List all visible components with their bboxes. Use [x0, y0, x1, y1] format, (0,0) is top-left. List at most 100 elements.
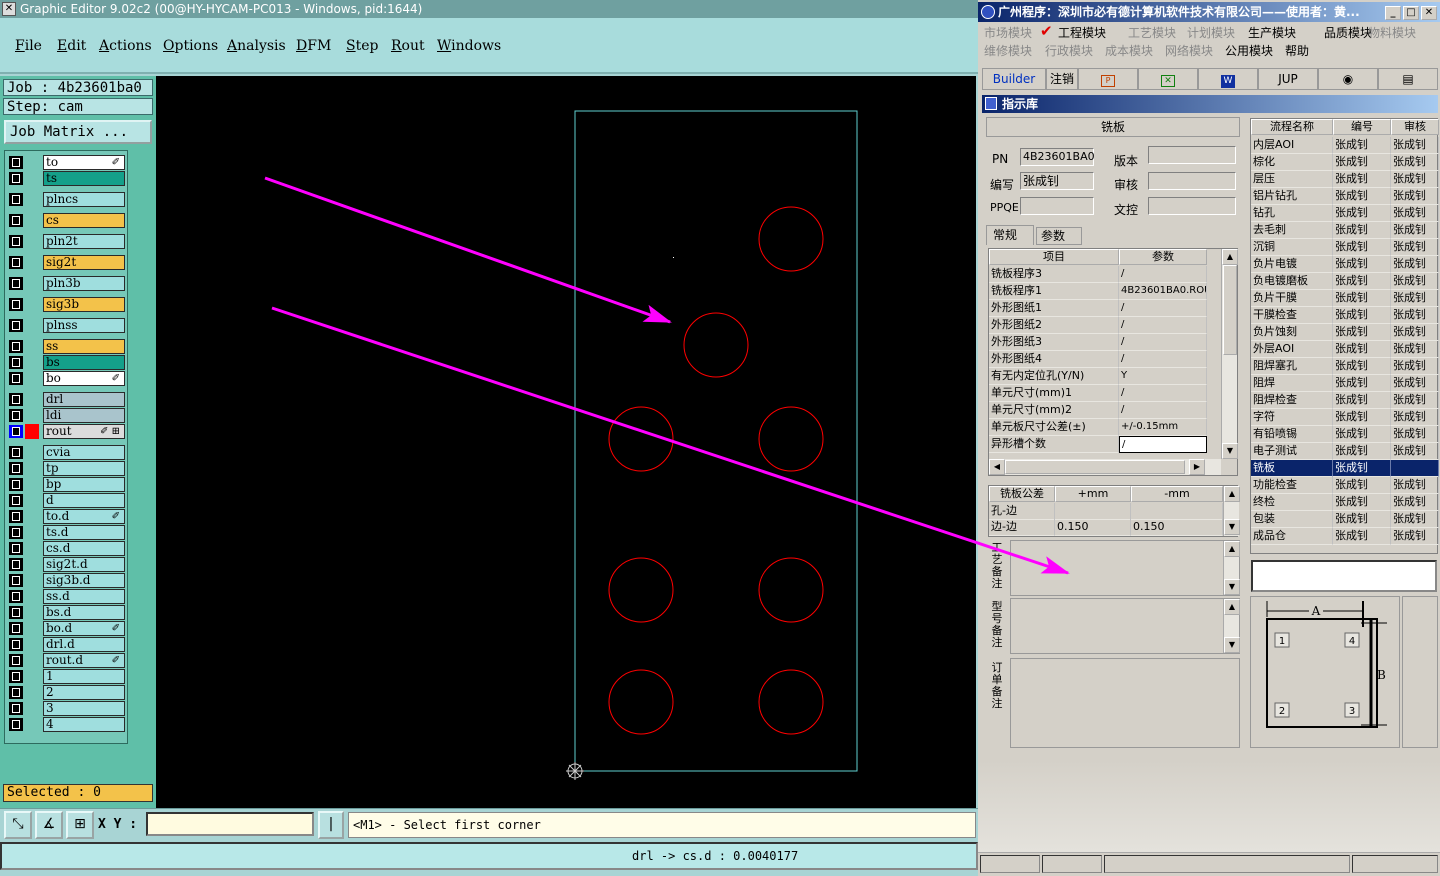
- layer-checkbox[interactable]: [9, 606, 23, 619]
- param-name[interactable]: 异形槽个数: [989, 436, 1119, 453]
- layer-name[interactable]: 1: [43, 669, 125, 684]
- flow-row[interactable]: 沉铜 张成钊 张成钊: [1251, 239, 1439, 256]
- layer-name[interactable]: ss: [43, 339, 125, 354]
- layer-row[interactable]: 2: [7, 685, 127, 700]
- flow-row[interactable]: 去毛刺 张成钊 张成钊: [1251, 222, 1439, 239]
- layer-checkbox[interactable]: [9, 462, 23, 475]
- flow-row[interactable]: 铝片钻孔 张成钊 张成钊: [1251, 188, 1439, 205]
- process-note[interactable]: ▲ ▼: [1010, 540, 1240, 596]
- menu-step[interactable]: Step: [346, 38, 378, 54]
- module-1[interactable]: 工程模块: [1058, 24, 1106, 41]
- param-name[interactable]: 单元板尺寸公差(±): [989, 419, 1119, 436]
- layer-name[interactable]: ss.d: [43, 589, 125, 604]
- grid-snap-icon[interactable]: ⊞: [66, 811, 94, 839]
- flow-row[interactable]: 层压 张成钊 张成钊: [1251, 171, 1439, 188]
- layer-row[interactable]: cs.d: [7, 541, 127, 556]
- layer-checkbox[interactable]: [9, 638, 23, 651]
- param-value[interactable]: /: [1119, 334, 1207, 351]
- layer-checkbox[interactable]: [9, 356, 23, 369]
- layer-name[interactable]: pln3b: [43, 276, 125, 291]
- module-row2-1[interactable]: 行政模块: [1045, 42, 1093, 59]
- layer-checkbox[interactable]: [9, 590, 23, 603]
- param-name[interactable]: 外形图纸4: [989, 351, 1119, 368]
- flow-search-input[interactable]: [1251, 560, 1437, 592]
- layer-checkbox[interactable]: [9, 478, 23, 491]
- layer-name[interactable]: pln2t: [43, 234, 125, 249]
- param-name[interactable]: 有无内定位孔(Y/N): [989, 368, 1119, 385]
- builder-button[interactable]: Builder: [982, 68, 1046, 90]
- layer-name[interactable]: 2: [43, 685, 125, 700]
- layer-name[interactable]: cs.d: [43, 541, 125, 556]
- scroll-down-icon[interactable]: ▼: [1224, 519, 1240, 535]
- layer-name[interactable]: sig2t: [43, 255, 125, 270]
- flow-row[interactable]: 字符 张成钊 张成钊: [1251, 409, 1439, 426]
- version-field[interactable]: [1148, 146, 1236, 164]
- layer-name[interactable]: ts.d: [43, 525, 125, 540]
- minimize-icon[interactable]: _: [1385, 6, 1401, 20]
- param-value[interactable]: 4B23601BA0.ROU: [1119, 283, 1207, 300]
- param-value[interactable]: Y: [1119, 368, 1207, 385]
- param-name[interactable]: 铣板程序3: [989, 266, 1119, 283]
- layer-checkbox[interactable]: [9, 340, 23, 353]
- layer-checkbox[interactable]: [9, 574, 23, 587]
- flow-row[interactable]: 包装 张成钊 张成钊: [1251, 511, 1439, 528]
- layer-name[interactable]: sig3b: [43, 297, 125, 312]
- layer-checkbox[interactable]: [9, 702, 23, 715]
- layer-row[interactable]: sig3b: [7, 297, 127, 312]
- note-scrollbar[interactable]: ▲ ▼: [1223, 599, 1240, 653]
- flow-row[interactable]: 有铅喷锡 张成钊 张成钊: [1251, 426, 1439, 443]
- layer-row[interactable]: bo.d ✐: [7, 621, 127, 636]
- maximize-icon[interactable]: □: [1403, 6, 1419, 20]
- module-row2-4[interactable]: 公用模块: [1225, 42, 1273, 59]
- flow-row[interactable]: 电子测试 张成钊 张成钊: [1251, 443, 1439, 460]
- layer-name[interactable]: ldi: [43, 408, 125, 423]
- scroll-down-icon[interactable]: ▼: [1224, 579, 1240, 595]
- hscroll-thumb[interactable]: [1005, 460, 1185, 474]
- tab-general[interactable]: 常规: [986, 225, 1034, 245]
- scroll-thumb[interactable]: [1223, 265, 1237, 355]
- layer-name[interactable]: bs.d: [43, 605, 125, 620]
- menu-edit[interactable]: Edit: [57, 38, 86, 54]
- logout-button[interactable]: 注销: [1046, 68, 1078, 90]
- module-row2-5[interactable]: 帮助: [1285, 42, 1309, 59]
- layer-checkbox[interactable]: [9, 298, 23, 311]
- layer-checkbox[interactable]: [9, 172, 23, 185]
- layer-checkbox[interactable]: [9, 256, 23, 269]
- param-value[interactable]: /: [1119, 402, 1207, 419]
- layer-row[interactable]: plnss: [7, 318, 127, 333]
- tol-cell[interactable]: [1055, 503, 1131, 520]
- ppqe-field[interactable]: [1020, 197, 1094, 215]
- layer-name[interactable]: to.d ✐: [43, 509, 125, 524]
- layer-name[interactable]: bp: [43, 477, 125, 492]
- layer-checkbox[interactable]: [9, 277, 23, 290]
- param-value[interactable]: /: [1119, 436, 1207, 453]
- layer-row[interactable]: ss.d: [7, 589, 127, 604]
- pause-icon[interactable]: |: [318, 811, 344, 839]
- doc-field[interactable]: [1148, 197, 1236, 215]
- flow-row[interactable]: 内层AOI 张成钊 张成钊: [1251, 137, 1439, 154]
- layer-checkbox[interactable]: [9, 156, 23, 169]
- note-scrollbar[interactable]: ▲ ▼: [1223, 541, 1240, 595]
- layer-checkbox[interactable]: [9, 409, 23, 422]
- param-name[interactable]: 单元尺寸(mm)2: [989, 402, 1119, 419]
- layer-row[interactable]: 1: [7, 669, 127, 684]
- layer-name[interactable]: plnss: [43, 318, 125, 333]
- menu-file[interactable]: File: [15, 38, 42, 54]
- layer-row[interactable]: drl.d: [7, 637, 127, 652]
- tol-cell[interactable]: 0.150: [1131, 519, 1223, 536]
- layer-name[interactable]: 4: [43, 717, 125, 732]
- layer-row[interactable]: rout.d ✐: [7, 653, 127, 668]
- param-value[interactable]: /: [1119, 385, 1207, 402]
- layer-name[interactable]: sig3b.d: [43, 573, 125, 588]
- tol-cell[interactable]: [1131, 503, 1223, 520]
- module-row2-2[interactable]: 成本模块: [1105, 42, 1153, 59]
- flow-row[interactable]: 外层AOI 张成钊 张成钊: [1251, 341, 1439, 358]
- pn-field[interactable]: 4B23601BA0: [1020, 148, 1095, 166]
- layer-name[interactable]: rout ✐ ⊞: [43, 424, 125, 439]
- layer-row[interactable]: ts: [7, 171, 127, 186]
- layer-row[interactable]: bs: [7, 355, 127, 370]
- param-value[interactable]: /: [1119, 266, 1207, 283]
- layer-name[interactable]: bs: [43, 355, 125, 370]
- layer-row[interactable]: tp: [7, 461, 127, 476]
- param-value[interactable]: /: [1119, 300, 1207, 317]
